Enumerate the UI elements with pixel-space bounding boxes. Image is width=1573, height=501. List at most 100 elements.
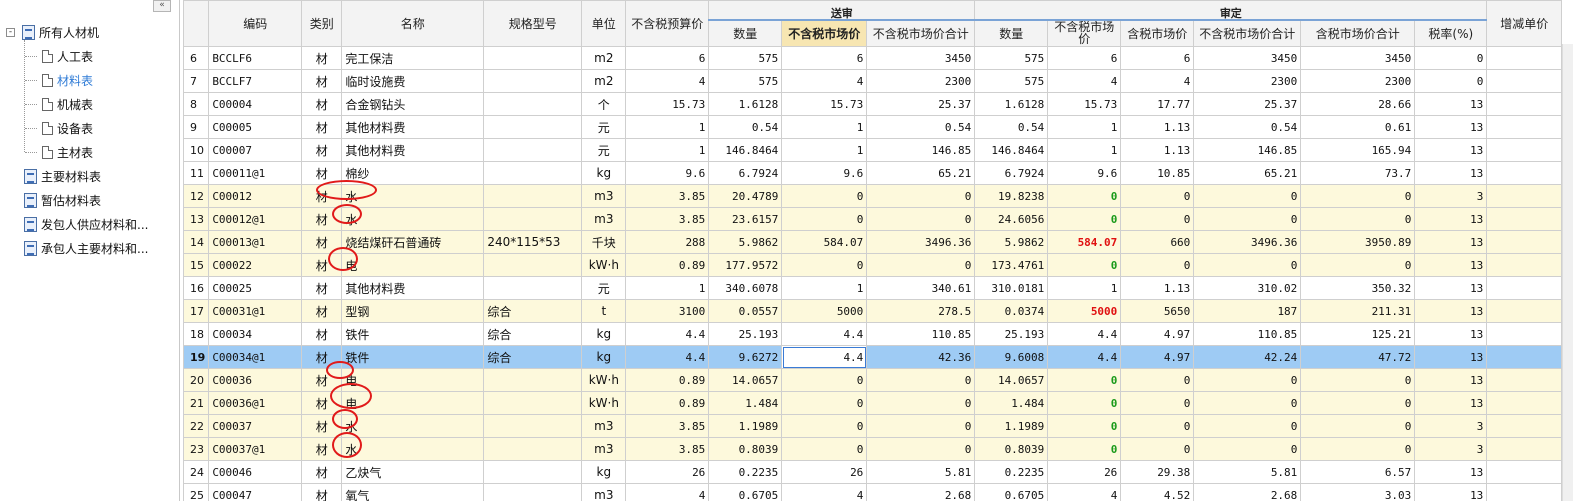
cell-budget-price[interactable]: 1 xyxy=(625,138,710,162)
cell-market-price-approved[interactable]: 0 xyxy=(1047,368,1122,392)
cell-market-total-approved[interactable]: 2300 xyxy=(1193,69,1302,93)
cell-tax-market-total[interactable]: 73.7 xyxy=(1300,161,1416,185)
cell-unit[interactable]: kg xyxy=(581,460,627,484)
cell-market-price-approved[interactable]: 4.4 xyxy=(1047,345,1122,369)
cell-type[interactable]: 材 xyxy=(301,253,343,277)
table-row[interactable]: 12 C00012 材水 m3 3.85 20.4789 0 0 19.8238 0 0 0 0 3 xyxy=(183,184,1563,208)
cell-market-total-approved[interactable]: 0 xyxy=(1193,207,1302,231)
tree-item-key-materials[interactable]: 主要材料表 xyxy=(24,166,101,186)
row-number[interactable]: 15 xyxy=(183,253,210,277)
cell-market-total-approved[interactable]: 0 xyxy=(1193,253,1302,277)
cell-delta-price[interactable] xyxy=(1486,46,1563,70)
table-row[interactable]: 11 C00011@1 材棉纱 kg 9.6 6.7924 9.6 65.21 6.7924 9.… xyxy=(183,161,1563,185)
cell-delta-price[interactable] xyxy=(1486,230,1563,254)
col-header-budget-price[interactable]: 不含税预算价 xyxy=(625,0,710,47)
col-header-tax-market-total[interactable]: 含税市场价合计 xyxy=(1300,19,1416,47)
table-row[interactable]: 25 C00047 材氧气 m3 4 0.6705 4 2.68 0.6705 4 4.52 2.68… xyxy=(183,483,1563,501)
cell-market-price-submitted[interactable]: 1 xyxy=(781,115,868,139)
cell-tax-market-price[interactable]: 0 xyxy=(1120,391,1195,415)
cell-code[interactable]: C00013@1 xyxy=(208,230,303,254)
cell-market-total-submitted[interactable]: 42.36 xyxy=(866,345,976,369)
cell-market-total-submitted[interactable]: 0 xyxy=(866,207,976,231)
cell-code[interactable]: C00004 xyxy=(208,92,303,116)
cell-qty-submitted[interactable]: 0.0557 xyxy=(708,299,783,323)
cell-qty-approved[interactable]: 9.6008 xyxy=(974,345,1049,369)
cell-market-price-submitted[interactable]: 0 xyxy=(781,184,868,208)
cell-name[interactable]: 烧结煤矸石普通砖 xyxy=(341,230,485,254)
cell-tax-market-price[interactable]: 1.13 xyxy=(1120,115,1195,139)
cell-qty-submitted[interactable]: 0.8039 xyxy=(708,437,783,461)
cell-spec[interactable] xyxy=(483,483,583,501)
col-header-unit[interactable]: 单位 xyxy=(581,0,627,47)
cell-qty-submitted[interactable]: 14.0657 xyxy=(708,368,783,392)
cell-code[interactable]: C00007 xyxy=(208,138,303,162)
cell-market-price-submitted[interactable]: 1 xyxy=(781,138,868,162)
cell-tax-rate[interactable]: 13 xyxy=(1414,92,1488,116)
cell-market-total-submitted[interactable]: 25.37 xyxy=(866,92,976,116)
cell-market-price-approved[interactable]: 0 xyxy=(1047,437,1122,461)
cell-code[interactable]: C00047 xyxy=(208,483,303,501)
table-row[interactable]: 23 C00037@1 材水 m3 3.85 0.8039 0 0 0.8039 0 0 0 0 3 xyxy=(183,437,1563,461)
cell-type[interactable]: 材 xyxy=(301,460,343,484)
row-number[interactable]: 16 xyxy=(183,276,210,300)
cell-type[interactable]: 材 xyxy=(301,437,343,461)
tree-item-machinery[interactable]: 机械表 xyxy=(42,94,93,114)
cell-market-total-submitted[interactable]: 340.61 xyxy=(866,276,976,300)
table-row[interactable]: 20 C00036 材电 kW·h 0.89 14.0657 0 0 14.0657 0 0 0 0 13 xyxy=(183,368,1563,392)
cell-delta-price[interactable] xyxy=(1486,345,1563,369)
cell-name[interactable]: 其他材料费 xyxy=(341,115,485,139)
cell-budget-price[interactable]: 3.85 xyxy=(625,437,710,461)
cell-tax-rate[interactable]: 13 xyxy=(1414,299,1488,323)
cell-type[interactable]: 材 xyxy=(301,483,343,501)
cell-tax-market-total[interactable]: 3450 xyxy=(1300,46,1416,70)
cell-spec[interactable]: 综合 xyxy=(483,322,583,346)
col-header-qty-approved[interactable]: 数量 xyxy=(974,19,1049,47)
cell-qty-submitted[interactable]: 23.6157 xyxy=(708,207,783,231)
cell-market-total-submitted[interactable]: 0.54 xyxy=(866,115,976,139)
cell-budget-price[interactable]: 6 xyxy=(625,46,710,70)
cell-tax-market-price[interactable]: 5650 xyxy=(1120,299,1195,323)
cell-market-total-submitted[interactable]: 0 xyxy=(866,437,976,461)
cell-tax-market-price[interactable]: 1.13 xyxy=(1120,138,1195,162)
row-number[interactable]: 24 xyxy=(183,460,210,484)
cell-qty-approved[interactable]: 25.193 xyxy=(974,322,1049,346)
cell-tax-rate[interactable]: 0 xyxy=(1414,69,1488,93)
cell-tax-market-total[interactable]: 3950.89 xyxy=(1300,230,1416,254)
cell-market-price-approved[interactable]: 9.6 xyxy=(1047,161,1122,185)
cell-type[interactable]: 材 xyxy=(301,138,343,162)
cell-qty-approved[interactable]: 1.6128 xyxy=(974,92,1049,116)
cell-budget-price[interactable]: 0.89 xyxy=(625,253,710,277)
cell-budget-price[interactable]: 4 xyxy=(625,69,710,93)
cell-market-price-submitted[interactable]: 5000 xyxy=(781,299,868,323)
cell-market-total-submitted[interactable]: 146.85 xyxy=(866,138,976,162)
vertical-scrollbar[interactable] xyxy=(1562,44,1573,501)
cell-market-price-approved[interactable]: 0 xyxy=(1047,184,1122,208)
cell-spec[interactable]: 综合 xyxy=(483,345,583,369)
cell-spec[interactable] xyxy=(483,368,583,392)
cell-code[interactable]: C00012@1 xyxy=(208,207,303,231)
cell-market-total-submitted[interactable]: 65.21 xyxy=(866,161,976,185)
cell-tax-market-price[interactable]: 10.85 xyxy=(1120,161,1195,185)
cell-qty-submitted[interactable]: 575 xyxy=(708,46,783,70)
cell-name[interactable]: 氧气 xyxy=(341,483,485,501)
cell-tax-rate[interactable]: 13 xyxy=(1414,483,1488,501)
cell-code[interactable]: C00025 xyxy=(208,276,303,300)
cell-tax-rate[interactable]: 13 xyxy=(1414,161,1488,185)
col-header-delta-price[interactable]: 增减单价 xyxy=(1486,0,1563,47)
cell-spec[interactable] xyxy=(483,391,583,415)
cell-budget-price[interactable]: 26 xyxy=(625,460,710,484)
cell-tax-market-price[interactable]: 4.97 xyxy=(1120,345,1195,369)
cell-type[interactable]: 材 xyxy=(301,230,343,254)
row-number[interactable]: 13 xyxy=(183,207,210,231)
row-number[interactable]: 6 xyxy=(183,46,210,70)
cell-code[interactable]: C00011@1 xyxy=(208,161,303,185)
cell-tax-market-price[interactable]: 660 xyxy=(1120,230,1195,254)
cell-market-total-submitted[interactable]: 278.5 xyxy=(866,299,976,323)
table-row[interactable]: 18 C00034 材铁件 综合 kg 4.4 25.193 4.4 110.85 25.193 4… xyxy=(183,322,1563,346)
cell-delta-price[interactable] xyxy=(1486,138,1563,162)
cell-tax-market-total[interactable]: 0 xyxy=(1300,414,1416,438)
cell-delta-price[interactable] xyxy=(1486,483,1563,501)
cell-market-price-submitted[interactable]: 4 xyxy=(781,69,868,93)
cell-qty-submitted[interactable]: 0.2235 xyxy=(708,460,783,484)
cell-market-price-submitted[interactable]: 4 xyxy=(781,483,868,501)
